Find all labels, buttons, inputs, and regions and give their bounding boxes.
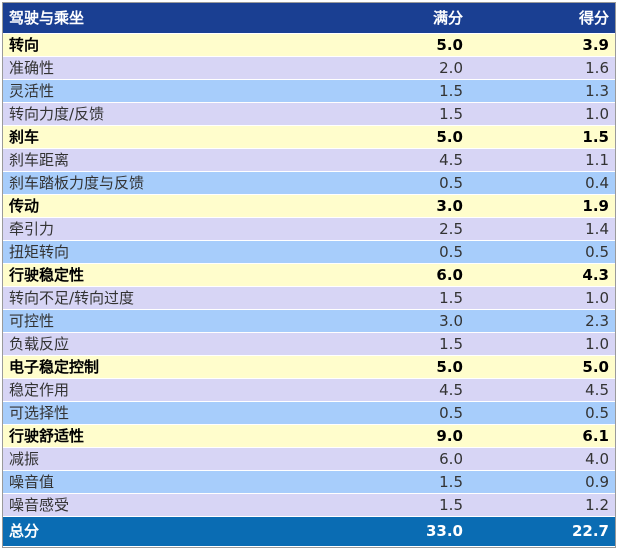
row-score: 1.9 (469, 194, 615, 218)
row-name: 行驶稳定性 (3, 263, 363, 287)
driving-score-table: 驾驶与乘坐 满分 得分 转向 5.0 3.9 准确性 2.0 1.6 灵活性 1.5 1.3 转向… (3, 3, 615, 546)
row-score: 4.5 (469, 378, 615, 402)
row-name: 噪音值 (3, 470, 363, 494)
table-row: 刹车踏板力度与反馈 0.5 0.4 (3, 171, 615, 195)
row-score: 1.4 (469, 217, 615, 241)
row-score: 0.4 (469, 171, 615, 195)
category-row: 刹车 5.0 1.5 (3, 125, 615, 149)
table-row: 刹车距离 4.5 1.1 (3, 148, 615, 172)
header-name: 驾驶与乘坐 (3, 3, 363, 34)
header-score: 得分 (469, 3, 615, 34)
category-row: 转向 5.0 3.9 (3, 33, 615, 57)
table-row: 噪音值 1.5 0.9 (3, 470, 615, 494)
category-row: 行驶舒适性 9.0 6.1 (3, 424, 615, 448)
row-max: 1.5 (363, 286, 469, 310)
row-name: 刹车踏板力度与反馈 (3, 171, 363, 195)
row-name: 行驶舒适性 (3, 424, 363, 448)
row-name: 扭矩转向 (3, 240, 363, 264)
total-row: 总分 33.0 22.7 (3, 516, 615, 546)
row-name: 可控性 (3, 309, 363, 333)
row-max: 6.0 (363, 447, 469, 471)
table-row: 牵引力 2.5 1.4 (3, 217, 615, 241)
table-row: 可选择性 0.5 0.5 (3, 401, 615, 425)
table-row: 负载反应 1.5 1.0 (3, 332, 615, 356)
row-max: 0.5 (363, 240, 469, 264)
row-name: 减振 (3, 447, 363, 471)
row-name: 转向 (3, 33, 363, 57)
category-row: 传动 3.0 1.9 (3, 194, 615, 218)
row-score: 2.3 (469, 309, 615, 333)
table-row: 转向力度/反馈 1.5 1.0 (3, 102, 615, 126)
row-name: 电子稳定控制 (3, 355, 363, 379)
category-row: 电子稳定控制 5.0 5.0 (3, 355, 615, 379)
row-name: 刹车距离 (3, 148, 363, 172)
row-name: 噪音感受 (3, 493, 363, 517)
row-name: 灵活性 (3, 79, 363, 103)
row-name: 牵引力 (3, 217, 363, 241)
table-header-row: 驾驶与乘坐 满分 得分 (3, 3, 615, 34)
table-row: 可控性 3.0 2.3 (3, 309, 615, 333)
row-max: 4.5 (363, 148, 469, 172)
table-row: 准确性 2.0 1.6 (3, 56, 615, 80)
total-max: 33.0 (363, 516, 469, 546)
row-name: 负载反应 (3, 332, 363, 356)
row-max: 5.0 (363, 125, 469, 149)
row-score: 1.6 (469, 56, 615, 80)
row-max: 0.5 (363, 171, 469, 195)
table-row: 转向不足/转向过度 1.5 1.0 (3, 286, 615, 310)
row-max: 1.5 (363, 493, 469, 517)
total-score: 22.7 (469, 516, 615, 546)
row-name: 转向力度/反馈 (3, 102, 363, 126)
row-score: 1.2 (469, 493, 615, 517)
row-max: 3.0 (363, 194, 469, 218)
row-score: 0.9 (469, 470, 615, 494)
row-max: 9.0 (363, 424, 469, 448)
row-max: 2.0 (363, 56, 469, 80)
row-max: 1.5 (363, 470, 469, 494)
row-max: 1.5 (363, 79, 469, 103)
category-row: 行驶稳定性 6.0 4.3 (3, 263, 615, 287)
row-max: 0.5 (363, 401, 469, 425)
row-max: 5.0 (363, 355, 469, 379)
row-max: 1.5 (363, 102, 469, 126)
score-table-frame: 驾驶与乘坐 满分 得分 转向 5.0 3.9 准确性 2.0 1.6 灵活性 1.5 1.3 转向… (2, 2, 616, 548)
row-name: 刹车 (3, 125, 363, 149)
row-name: 稳定作用 (3, 378, 363, 402)
row-name: 传动 (3, 194, 363, 218)
table-row: 噪音感受 1.5 1.2 (3, 493, 615, 517)
table-row: 稳定作用 4.5 4.5 (3, 378, 615, 402)
row-max: 2.5 (363, 217, 469, 241)
row-name: 转向不足/转向过度 (3, 286, 363, 310)
row-name: 可选择性 (3, 401, 363, 425)
row-score: 4.3 (469, 263, 615, 287)
row-max: 6.0 (363, 263, 469, 287)
row-score: 5.0 (469, 355, 615, 379)
row-name: 准确性 (3, 56, 363, 80)
row-score: 0.5 (469, 240, 615, 264)
row-score: 1.0 (469, 332, 615, 356)
row-score: 1.1 (469, 148, 615, 172)
row-score: 1.0 (469, 286, 615, 310)
row-max: 4.5 (363, 378, 469, 402)
row-score: 4.0 (469, 447, 615, 471)
row-score: 1.0 (469, 102, 615, 126)
row-max: 3.0 (363, 309, 469, 333)
header-max: 满分 (363, 3, 469, 34)
total-label: 总分 (3, 516, 363, 546)
row-max: 5.0 (363, 33, 469, 57)
row-max: 1.5 (363, 332, 469, 356)
row-score: 6.1 (469, 424, 615, 448)
row-score: 1.5 (469, 125, 615, 149)
row-score: 0.5 (469, 401, 615, 425)
table-row: 减振 6.0 4.0 (3, 447, 615, 471)
table-body: 转向 5.0 3.9 准确性 2.0 1.6 灵活性 1.5 1.3 转向力度/反馈 1.5 1.0 刹… (3, 33, 615, 517)
table-row: 灵活性 1.5 1.3 (3, 79, 615, 103)
row-score: 3.9 (469, 33, 615, 57)
table-row: 扭矩转向 0.5 0.5 (3, 240, 615, 264)
row-score: 1.3 (469, 79, 615, 103)
